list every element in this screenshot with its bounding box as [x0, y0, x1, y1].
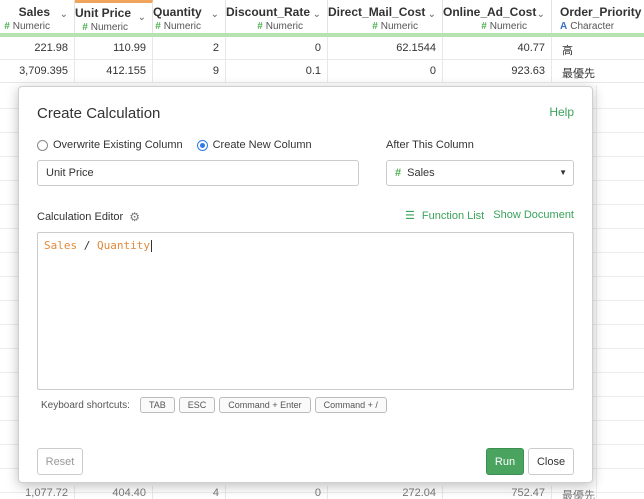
- column-type: Numeric: [163, 21, 201, 32]
- run-button[interactable]: Run: [486, 448, 524, 475]
- column-name: Direct_Mail_Cost: [328, 5, 426, 19]
- calculation-code-editor[interactable]: Sales / Quantity: [37, 232, 574, 390]
- chevron-down-icon[interactable]: ⌄: [428, 9, 436, 20]
- create-calculation-dialog: Create Calculation Help Overwrite Existi…: [18, 86, 593, 483]
- table-cell[interactable]: 0: [328, 60, 443, 82]
- table-cell[interactable]: 412.155: [75, 60, 153, 82]
- column-name: Discount_Rate: [226, 5, 311, 19]
- column-name: Unit Price: [75, 6, 132, 20]
- table-cell[interactable]: 2: [153, 37, 226, 59]
- shortcut-key: TAB: [139, 397, 175, 413]
- dialog-title: Create Calculation: [37, 105, 161, 122]
- shortcut-key: Command + /: [314, 397, 387, 413]
- radio-button[interactable]: [37, 139, 48, 151]
- gear-icon[interactable]: ⚙: [129, 210, 140, 224]
- table-cell[interactable]: 62.1544: [328, 37, 443, 59]
- table-cell[interactable]: 最優先: [552, 60, 644, 82]
- keyboard-shortcuts: Keyboard shortcuts: TAB ESC Command + En…: [41, 397, 391, 413]
- select-value: Sales: [407, 167, 435, 179]
- app-window: Sales # Numeric ⌄ Unit Price # Numeric ⌄ Q…: [0, 0, 644, 499]
- table-cell[interactable]: 1,077.72: [0, 486, 75, 499]
- radio-create-new-column[interactable]: Create New Column: [196, 139, 312, 151]
- table-row[interactable]: 3,709.395 412.155 9 0.1 0 923.63 最優先: [0, 60, 644, 83]
- hash-icon: #: [257, 21, 263, 32]
- column-header-order-priority[interactable]: Order_Priority A Character: [552, 0, 644, 33]
- calculation-editor-label: Calculation Editor ⚙: [37, 210, 140, 224]
- table-cell[interactable]: 最優先: [552, 486, 644, 499]
- grid-body: 221.98 110.99 2 0 62.1544 40.77 高 3,709.…: [0, 37, 644, 83]
- radio-overwrite-existing-column[interactable]: Overwrite Existing Column: [37, 139, 183, 151]
- table-cell[interactable]: 40.77: [443, 37, 552, 59]
- mode-radio-group: Overwrite Existing Column Create New Col…: [37, 139, 326, 151]
- column-type: Numeric: [12, 21, 50, 32]
- reset-button[interactable]: Reset: [37, 448, 83, 475]
- column-name: Order_Priority: [560, 5, 642, 19]
- code-token-operator: /: [83, 239, 91, 252]
- list-icon: ☰: [405, 210, 415, 222]
- table-cell[interactable]: 0: [226, 486, 328, 499]
- column-header-unit-price[interactable]: Unit Price # Numeric ⌄: [75, 0, 153, 33]
- radio-label: Overwrite Existing Column: [53, 139, 183, 151]
- table-cell[interactable]: 110.99: [75, 37, 153, 59]
- close-button[interactable]: Close: [528, 448, 574, 475]
- table-cell[interactable]: 0: [226, 37, 328, 59]
- chevron-down-icon[interactable]: ⌄: [211, 9, 219, 20]
- column-type: Numeric: [489, 21, 527, 32]
- column-header-direct-mail-cost[interactable]: Direct_Mail_Cost # Numeric ⌄: [328, 0, 443, 33]
- hash-icon: #: [372, 21, 378, 32]
- hash-icon: #: [481, 21, 487, 32]
- column-type: Character: [570, 21, 615, 32]
- table-cell[interactable]: 9: [153, 60, 226, 82]
- shortcut-key: Command + Enter: [219, 397, 311, 413]
- column-header-quantity[interactable]: Quantity # Numeric ⌄: [153, 0, 226, 33]
- code-token-column: Sales: [44, 239, 78, 252]
- radio-button-selected[interactable]: [196, 139, 208, 151]
- shortcuts-label: Keyboard shortcuts:: [41, 399, 130, 411]
- chevron-down-icon[interactable]: ⌄: [313, 9, 321, 20]
- column-header-online-ad-cost[interactable]: Online_Ad_Cost # Numeric ⌄: [443, 0, 552, 33]
- table-cell[interactable]: 923.63: [443, 60, 552, 82]
- table-cell[interactable]: 221.98: [0, 37, 75, 59]
- after-column-select[interactable]: # Sales ▼: [386, 160, 574, 186]
- caret-down-icon: ▼: [559, 168, 567, 177]
- chevron-down-icon[interactable]: ⌄: [60, 9, 68, 20]
- chevron-down-icon[interactable]: ⌄: [138, 12, 146, 23]
- radio-label: Create New Column: [212, 139, 312, 151]
- shortcut-key: ESC: [178, 397, 216, 413]
- text-cursor: [150, 240, 152, 252]
- table-cell[interactable]: 404.40: [75, 486, 153, 499]
- column-header-discount-rate[interactable]: Discount_Rate # Numeric ⌄: [226, 0, 328, 33]
- column-name: Online_Ad_Cost: [443, 5, 537, 19]
- after-column-label: After This Column: [386, 139, 474, 151]
- hash-icon: #: [82, 22, 88, 33]
- table-cell[interactable]: 752.47: [443, 486, 552, 499]
- hash-icon: #: [155, 21, 161, 32]
- hash-icon: #: [395, 167, 402, 179]
- table-cell[interactable]: 3,709.395: [0, 60, 75, 82]
- column-name: Sales: [18, 5, 50, 19]
- grid-header: Sales # Numeric ⌄ Unit Price # Numeric ⌄ Q…: [0, 0, 644, 37]
- alpha-icon: A: [560, 21, 568, 32]
- table-cell[interactable]: 高: [552, 37, 644, 59]
- column-type: Numeric: [380, 21, 418, 32]
- table-cell[interactable]: 0.1: [226, 60, 328, 82]
- table-row-partial[interactable]: 1,077.72 404.40 4 0 272.04 752.47 最優先: [0, 486, 644, 499]
- chevron-down-icon[interactable]: ⌄: [537, 9, 545, 20]
- show-document-link[interactable]: Show Document: [493, 209, 574, 221]
- help-link[interactable]: Help: [549, 105, 574, 119]
- code-token-column: Quantity: [97, 239, 150, 252]
- column-type: Numeric: [90, 22, 128, 33]
- column-name: Quantity: [153, 5, 202, 19]
- hash-icon: #: [4, 21, 10, 32]
- table-cell[interactable]: 4: [153, 486, 226, 499]
- table-row[interactable]: 221.98 110.99 2 0 62.1544 40.77 高: [0, 37, 644, 60]
- column-type: Numeric: [265, 21, 303, 32]
- function-list-link[interactable]: ☰ Function List: [405, 209, 484, 223]
- column-header-sales[interactable]: Sales # Numeric ⌄: [0, 0, 75, 33]
- new-column-name-input[interactable]: [37, 160, 359, 186]
- table-cell[interactable]: 272.04: [328, 486, 443, 499]
